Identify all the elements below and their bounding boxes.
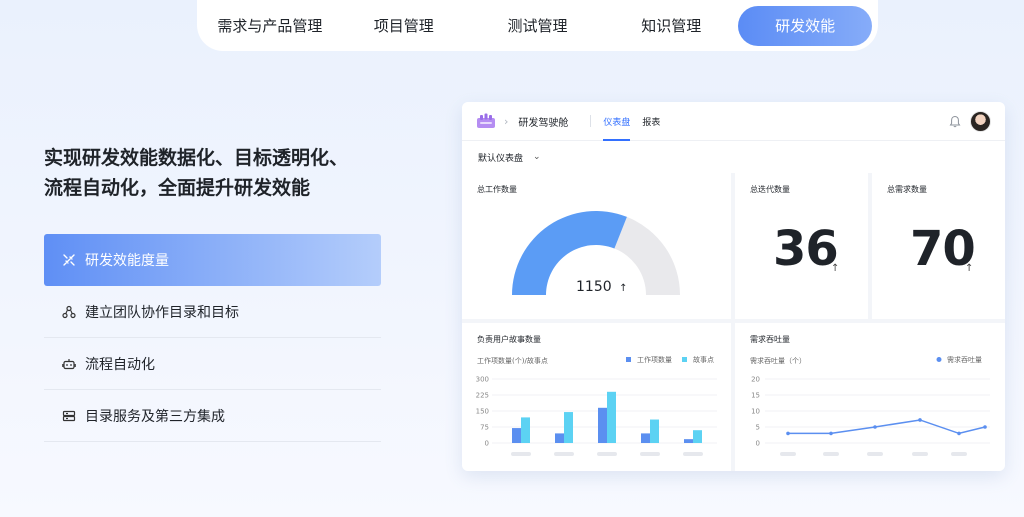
x-tick-placeholder [951, 452, 967, 456]
dashboard-selector[interactable]: 默认仪表盘 ⌄ [462, 141, 1005, 173]
integration-icon [62, 409, 76, 423]
bar [598, 407, 607, 443]
panel-total-iterations: 总迭代数量 36 ↑ [735, 173, 868, 319]
panel-total-work: 总工作数量 1150 ↑ [462, 173, 731, 319]
x-tick-placeholder [683, 452, 703, 456]
panel-throughput: 需求吞吐量 需求吞吐量（个） 需求吞吐量 20 15 10 5 0 [735, 323, 1005, 471]
legend-swatch [936, 357, 942, 362]
legend-label: 故事点 [693, 355, 714, 364]
bar [564, 412, 573, 443]
dashboard-preview: › 研发驾驶舱 仪表盘 报表 默认仪表盘 ⌄ 总工作数量 1150 ↑ 总迭代数… [462, 102, 1005, 471]
x-tick-placeholder [912, 452, 928, 456]
up-arrow-icon: ↑ [619, 283, 628, 294]
data-point [918, 418, 922, 422]
x-tick-placeholder [823, 452, 839, 456]
chevron-right-icon: › [504, 114, 509, 128]
data-point [786, 431, 790, 436]
x-tick-placeholder [640, 452, 660, 456]
up-arrow-icon: ↑ [831, 263, 840, 274]
panel-title: 总需求数量 [887, 185, 927, 194]
legend-swatch [626, 357, 631, 362]
x-tick-placeholder [867, 452, 883, 456]
feature-item-integration[interactable]: 目录服务及第三方集成 [44, 390, 381, 442]
bar-chart: 工作项数量(个)/故事点 工作项数量 故事点 300 225 150 75 0 [476, 355, 717, 456]
data-point [873, 425, 877, 429]
dashboard-dropdown-label: 默认仪表盘 [478, 153, 524, 164]
iteration-count: 36 [773, 221, 839, 277]
x-tick-placeholder [554, 452, 574, 456]
bell-icon[interactable] [949, 115, 961, 128]
legend-label: 工作项数量 [637, 355, 672, 364]
y-tick-label: 10 [751, 408, 760, 416]
robot-icon [62, 357, 76, 371]
up-arrow-icon: ↑ [965, 263, 974, 274]
divider [590, 115, 592, 127]
legend-label: 需求吞吐量 [947, 355, 982, 364]
bar [521, 417, 530, 443]
bar [607, 391, 616, 443]
bar [650, 419, 659, 443]
y-tick-label: 20 [751, 376, 760, 384]
legend-swatch [682, 357, 687, 362]
line-chart: 需求吞吐量（个） 需求吞吐量 20 15 10 5 0 [750, 355, 990, 456]
y-tick-label: 300 [476, 376, 489, 384]
y-tick-label: 15 [751, 392, 760, 400]
y-axis-label: 需求吞吐量（个） [750, 356, 806, 365]
chevron-down-icon: ⌄ [533, 152, 541, 162]
panel-total-requirements: 总需求数量 70 ↑ [872, 173, 1005, 319]
feature-list: 研发效能度量 建立团队协作目录和目标 流程自动化 目录服务及第三方集成 [44, 234, 381, 442]
measure-icon [62, 253, 76, 267]
data-point [957, 431, 961, 436]
gauge-number: 1150 [576, 279, 612, 295]
data-point [983, 425, 987, 429]
y-axis-label: 工作项数量(个)/故事点 [477, 356, 548, 365]
feature-label: 流程自动化 [85, 356, 155, 373]
feature-item-measure[interactable]: 研发效能度量 [44, 234, 381, 286]
bar [555, 433, 564, 443]
feature-label: 目录服务及第三方集成 [85, 408, 225, 425]
feature-label: 建立团队协作目录和目标 [85, 304, 239, 321]
cockpit-logo-icon [477, 113, 495, 128]
x-tick-placeholder [597, 452, 617, 456]
dashboard-header: › 研发驾驶舱 仪表盘 报表 [462, 102, 1005, 141]
y-tick-label: 0 [756, 440, 760, 448]
tab-dashboard[interactable]: 仪表盘 [603, 102, 631, 141]
y-tick-label: 5 [756, 424, 760, 432]
panel-user-stories: 负责用户故事数量 工作项数量(个)/故事点 工作项数量 故事点 300 225 150 75… [462, 323, 731, 471]
bar [693, 430, 702, 443]
headline: 实现研发效能数据化、目标透明化、 流程自动化，全面提升研发效能 [44, 143, 404, 203]
tab-efficiency[interactable]: 研发效能 [738, 5, 872, 46]
tab-knowledge[interactable]: 知识管理 [604, 6, 738, 46]
x-tick-placeholder [511, 452, 531, 456]
avatar[interactable] [970, 111, 991, 132]
headline-line1: 实现研发效能数据化、目标透明化、 [44, 147, 349, 169]
team-icon [62, 305, 76, 319]
tab-reports[interactable]: 报表 [642, 102, 660, 141]
panel-title: 总迭代数量 [750, 185, 790, 194]
gauge-chart [512, 211, 680, 295]
y-tick-label: 0 [485, 440, 489, 448]
feature-label: 研发效能度量 [85, 253, 169, 269]
tab-projects[interactable]: 项目管理 [337, 6, 471, 46]
tab-testing[interactable]: 测试管理 [471, 6, 605, 46]
top-nav: 需求与产品管理 项目管理 测试管理 知识管理 研发效能 [197, 0, 878, 51]
feature-item-team[interactable]: 建立团队协作目录和目标 [44, 286, 381, 338]
y-tick-label: 225 [476, 392, 489, 400]
dashboard-title: 研发驾驶舱 [518, 117, 569, 129]
bar [684, 439, 693, 443]
x-tick-placeholder [780, 452, 796, 456]
gauge-value: 1150 ↑ [576, 279, 627, 295]
y-tick-label: 75 [480, 424, 489, 432]
data-point [829, 431, 833, 436]
y-tick-label: 150 [476, 408, 489, 416]
tab-requirements[interactable]: 需求与产品管理 [203, 6, 337, 46]
bar [641, 433, 650, 443]
headline-line2: 流程自动化，全面提升研发效能 [44, 177, 311, 199]
feature-item-automation[interactable]: 流程自动化 [44, 338, 381, 390]
bar [512, 428, 521, 443]
